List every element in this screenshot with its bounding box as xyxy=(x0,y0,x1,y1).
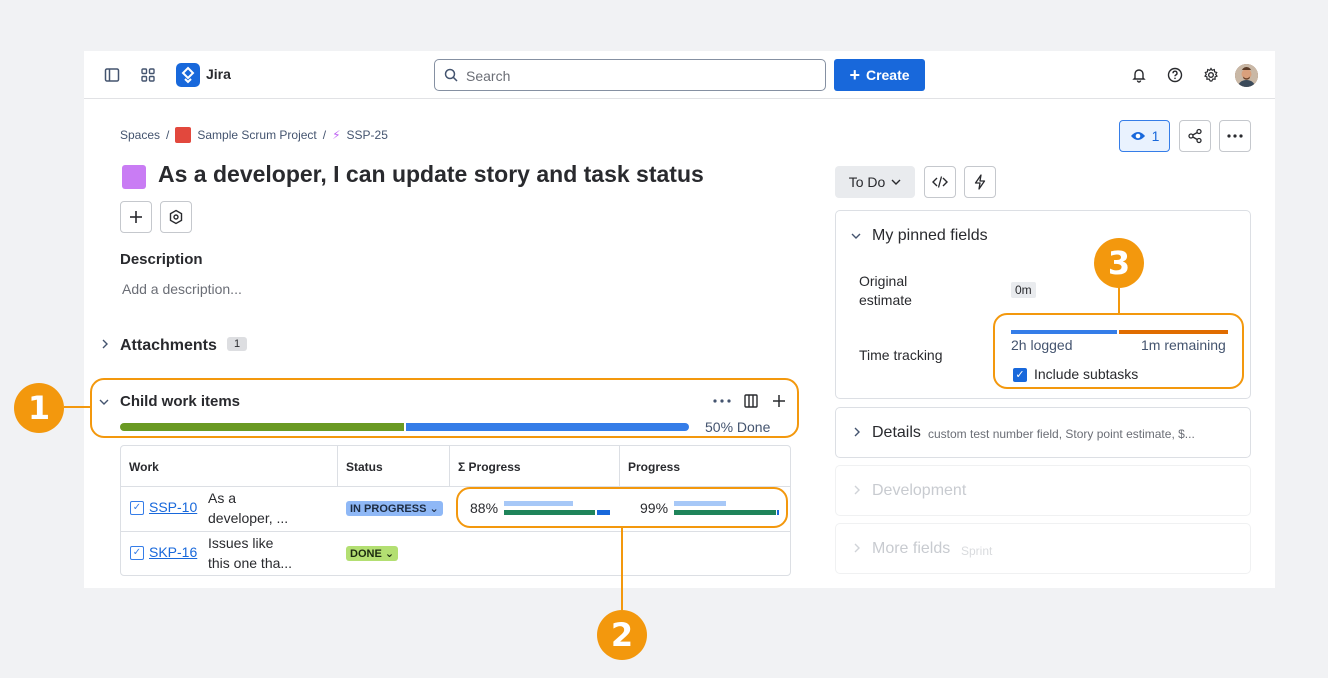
help-icon[interactable] xyxy=(1163,63,1187,87)
issue-summary-line1: As a xyxy=(208,490,237,506)
more-fields-heading: More fields xyxy=(872,540,951,557)
subtask-type-icon: ✓ xyxy=(130,501,144,515)
create-button[interactable]: + Create xyxy=(834,59,925,91)
details-heading: Details xyxy=(872,424,921,441)
details-panel[interactable]: Details custom test number field, Story … xyxy=(835,407,1251,458)
code-icon xyxy=(932,176,948,188)
add-button[interactable] xyxy=(120,201,152,233)
app-switcher-icon[interactable] xyxy=(136,63,160,87)
development-panel[interactable]: Development xyxy=(835,465,1251,516)
share-button[interactable] xyxy=(1179,120,1211,152)
issue-summary-line2: this one tha... xyxy=(208,555,293,571)
column-header-sum-progress[interactable]: Σ Progress xyxy=(450,446,620,486)
annotation-highlight-3 xyxy=(993,313,1244,389)
annotation-highlight-2 xyxy=(456,487,788,528)
breadcrumb: Spaces / Sample Scrum Project / ⚡ SSP-25 xyxy=(120,127,388,143)
chevron-down-icon: ⌄ xyxy=(429,503,439,515)
column-header-progress[interactable]: Progress xyxy=(620,446,790,486)
settings-gear-icon[interactable] xyxy=(1199,63,1223,87)
apps-button[interactable] xyxy=(160,201,192,233)
attachments-heading[interactable]: Attachments xyxy=(120,337,217,355)
jira-logo-icon[interactable] xyxy=(176,63,200,87)
annotation-connector-2 xyxy=(621,528,623,610)
share-icon xyxy=(1188,128,1202,144)
breadcrumb-spaces[interactable]: Spaces xyxy=(120,128,160,142)
pinned-fields-heading[interactable]: My pinned fields xyxy=(872,227,988,245)
story-type-icon: ⚡ xyxy=(332,128,341,142)
time-tracking-label: Time tracking xyxy=(859,347,943,363)
status-lozenge[interactable]: DONE ⌄ xyxy=(346,546,399,561)
original-estimate-label-2: estimate xyxy=(859,292,912,308)
eye-icon xyxy=(1130,132,1145,140)
annotation-marker-2: 2 xyxy=(597,610,647,660)
breadcrumb-issue-key[interactable]: SSP-25 xyxy=(347,128,388,142)
issue-summary-line1: Issues like xyxy=(208,535,274,551)
more-icon xyxy=(1227,134,1243,138)
subtask-type-icon: ✓ xyxy=(130,546,144,560)
issue-key-link[interactable]: SKP-16 xyxy=(149,544,197,560)
attachments-count-badge: 1 xyxy=(227,337,248,351)
more-fields-panel[interactable]: More fields Sprint xyxy=(835,523,1251,574)
plus-icon: + xyxy=(849,65,860,85)
create-label: Create xyxy=(865,67,910,83)
search-icon xyxy=(444,68,458,82)
plus-icon xyxy=(130,211,142,223)
search-input[interactable]: Search xyxy=(434,59,826,91)
chevron-down-icon xyxy=(891,179,901,185)
user-avatar[interactable] xyxy=(1235,64,1258,87)
automation-button[interactable] xyxy=(964,166,996,198)
issue-title[interactable]: As a developer, I can update story and t… xyxy=(158,161,704,188)
breadcrumb-project[interactable]: Sample Scrum Project xyxy=(197,128,316,142)
chevron-right-icon xyxy=(854,427,860,437)
top-navigation: Jira Search + Create xyxy=(84,51,1275,99)
issue-summary-line2: developer, ... xyxy=(208,510,289,526)
watch-count: 1 xyxy=(1151,128,1160,144)
more-fields-summary: Sprint xyxy=(961,544,993,558)
chevron-right-icon[interactable] xyxy=(100,338,110,353)
more-options-button[interactable] xyxy=(1219,120,1251,152)
sidebar-toggle-icon[interactable] xyxy=(100,63,124,87)
annotation-marker-3: 3 xyxy=(1094,238,1144,288)
watch-button[interactable]: 1 xyxy=(1119,120,1170,152)
status-dropdown[interactable]: To Do xyxy=(835,166,915,198)
app-name[interactable]: Jira xyxy=(206,66,231,82)
annotation-connector-3 xyxy=(1118,288,1120,313)
annotation-highlight-1 xyxy=(90,378,799,438)
original-estimate-label-1: Original xyxy=(859,273,908,289)
description-field[interactable]: Add a description... xyxy=(122,281,242,297)
hexagon-apps-icon xyxy=(169,209,183,225)
annotation-connector-1 xyxy=(64,406,90,408)
lightning-icon xyxy=(974,174,986,190)
original-estimate-value[interactable]: 0m xyxy=(1011,282,1036,298)
description-heading: Description xyxy=(120,251,203,268)
chevron-right-icon xyxy=(854,485,860,495)
bell-icon[interactable] xyxy=(1127,63,1151,87)
project-icon xyxy=(175,127,192,143)
issue-key-link[interactable]: SSP-10 xyxy=(149,499,197,515)
annotation-marker-1: 1 xyxy=(14,383,64,433)
status-lozenge[interactable]: IN PROGRESS ⌄ xyxy=(346,501,443,516)
chevron-right-icon xyxy=(854,543,860,553)
details-summary: custom test number field, Story point es… xyxy=(928,427,1195,441)
column-header-work[interactable]: Work xyxy=(121,446,338,486)
development-heading: Development xyxy=(872,482,967,499)
issue-type-icon[interactable] xyxy=(122,165,146,189)
chevron-down-icon[interactable] xyxy=(850,231,862,241)
column-header-status[interactable]: Status xyxy=(338,446,450,486)
status-dropdown-label: To Do xyxy=(848,174,886,190)
status-lozenge-label: IN PROGRESS xyxy=(350,503,427,515)
search-placeholder: Search xyxy=(466,68,511,84)
development-button[interactable] xyxy=(924,166,956,198)
status-lozenge-label: DONE xyxy=(350,548,382,560)
chevron-down-icon: ⌄ xyxy=(384,548,395,560)
